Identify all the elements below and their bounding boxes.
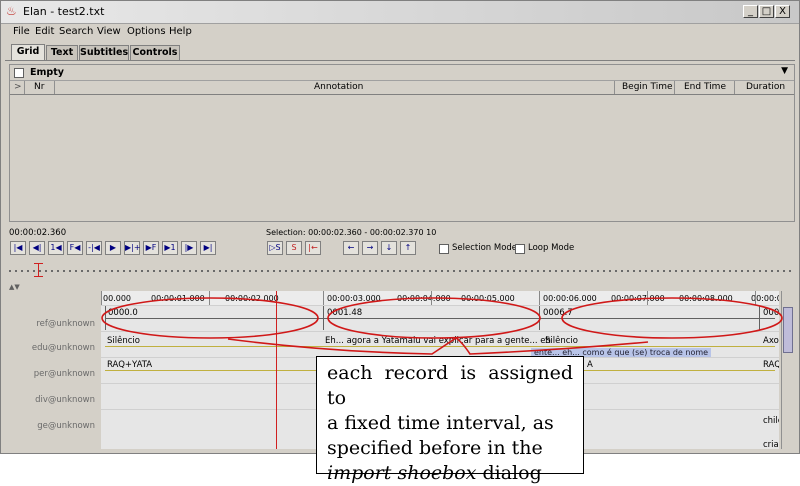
go-to-end-button[interactable]: ▶| [200,241,216,255]
menu-bar: File Edit Search View Options Help [1,24,799,40]
tab-grid[interactable]: Grid [11,44,45,61]
previous-pixel-button[interactable]: -|◀ [86,241,102,255]
menu-edit[interactable]: Edit [35,26,54,37]
next-second-button[interactable]: ▶1 [162,241,178,255]
tier-name-per[interactable]: per@unknown [34,369,95,379]
scrollbar-thumb[interactable] [783,307,793,353]
explanation-callout: each record is assigned to a fixed time … [316,356,584,484]
previous-frame-button[interactable]: ◀| [29,241,45,255]
column-begin-time[interactable]: Begin Time [622,82,673,92]
time-tick: 00:00:04.000 [397,294,451,303]
tier-name-ref[interactable]: ref@unknown [36,319,95,329]
tier-name-edu[interactable]: edu@unknown [32,343,95,353]
per-annotation[interactable]: A [587,360,593,370]
split-arrows-icon[interactable]: ▲▼ [9,283,20,291]
time-tick: 00:00:03.000 [327,294,381,303]
next-annotation-button[interactable]: → [362,241,378,255]
tab-text[interactable]: Text [46,45,78,60]
crosshair-cursor [276,291,277,449]
tier-vertical-scrollbar[interactable] [781,291,794,449]
grid-panel: Empty ▼ > Nr Annotation Begin Time End T… [9,64,795,222]
current-time-readout: 00:00:02.360 [9,228,67,238]
selection-begin-button[interactable]: |← [305,241,321,255]
column-duration[interactable]: Duration [746,82,785,92]
tier-name-ge[interactable]: ge@unknown [37,421,95,431]
edu-annotation[interactable]: Eh... agora a Yatamalu vai explicar para… [325,336,551,346]
menu-file[interactable]: File [13,26,30,37]
ref-annotation[interactable]: 0006.7 [543,308,573,318]
time-tick: 00:00:08.000 [679,294,733,303]
column-annotation[interactable]: Annotation [314,82,363,92]
edu-annotation[interactable]: Silêncio [545,336,578,346]
next-frame-button[interactable]: |▶ [181,241,197,255]
tier-row-edu[interactable]: Silêncio Eh... agora a Yatamalu vai expl… [101,331,779,357]
time-ruler[interactable]: 00.000 00:00:01.000 00:00:02.000 00:00:0… [101,291,779,306]
previous-annotation-button[interactable]: ← [343,241,359,255]
menu-options[interactable]: Options [127,26,166,37]
ge-annotation[interactable]: chile [763,416,779,426]
play-button[interactable]: ▶ [105,241,121,255]
maximize-button[interactable]: □ [759,5,774,18]
tab-subtitles[interactable]: Subtitles [79,45,129,60]
go-to-begin-button[interactable]: |◀ [10,241,26,255]
tier-checkbox[interactable] [14,68,24,78]
time-tick: 00:00:05.000 [461,294,515,303]
dropdown-arrow-icon[interactable]: ▼ [781,66,788,76]
column-end-time[interactable]: End Time [684,82,726,92]
callout-italic: import shoebox [327,462,477,484]
loop-mode-label: Loop Mode [528,243,575,253]
menu-view[interactable]: View [97,26,121,37]
tier-name-column: ref@unknown edu@unknown per@unknown div@… [9,291,99,449]
close-button[interactable]: X [775,5,790,18]
ref-annotation[interactable]: 0001.48 [327,308,362,318]
menu-search[interactable]: Search [59,26,93,37]
time-tick: 00:00:07.000 [611,294,665,303]
tier-selector[interactable]: Empty ▼ [10,65,794,81]
tier-row-ref[interactable]: 0000.0 0001.48 0006.7 0008 [101,305,779,330]
tab-controls[interactable]: Controls [130,45,180,60]
annotation-up-button[interactable]: ↑ [400,241,416,255]
grid-header: > Nr Annotation Begin Time End Time Dura… [10,81,794,95]
column-nr[interactable]: Nr [34,82,44,92]
callout-line: each record is assigned to [327,362,573,409]
callout-line: a fixed time interval, as [327,412,554,434]
tier-name-div[interactable]: div@unknown [35,395,95,405]
callout-rest: dialog [476,462,542,484]
callout-line: import shoebox dialog [327,461,573,486]
play-selection-button[interactable]: ▷S [267,241,283,255]
selection-mode-label: Selection Mode [452,243,518,253]
media-timeline-ruler[interactable] [9,259,793,279]
window-title: Elan - test2.txt [23,5,105,18]
menu-help[interactable]: Help [169,26,192,37]
selection-readout: Selection: 00:00:02.360 - 00:00:02.370 1… [266,228,437,237]
expand-icon[interactable]: > [14,82,22,92]
selection-mode-checkbox[interactable] [439,244,449,254]
tab-divider [5,60,795,61]
loop-mode-checkbox[interactable] [515,244,525,254]
next-pixel-button[interactable]: ▶|+ [124,241,141,255]
time-tick: 00.000 [103,294,131,303]
per-annotation[interactable]: RAQ+YATA [107,360,152,370]
elan-app-icon: ♨ [6,4,17,18]
edu-annotation[interactable]: Axo [763,336,779,346]
per-annotation[interactable]: RAQ [763,360,779,370]
annotation-down-button[interactable]: ↓ [381,241,397,255]
clear-selection-button[interactable]: S [286,241,302,255]
next-frame-step-button[interactable]: ▶F [143,241,159,255]
media-cursor[interactable] [38,264,39,276]
time-tick: 00:00:01.000 [151,294,205,303]
edu-annotation[interactable]: Silêncio [107,336,140,346]
ge-annotation[interactable]: criar [763,440,779,449]
time-tick: 00:00:06.000 [543,294,597,303]
ref-annotation[interactable]: 0008 [763,308,779,318]
minimize-button[interactable]: _ [743,5,758,18]
callout-line: specified before in the [327,437,543,459]
time-tick: 00:00:02.000 [225,294,279,303]
tier-selector-label: Empty [30,67,64,78]
previous-second-button[interactable]: 1◀ [48,241,64,255]
ref-annotation[interactable]: 0000.0 [108,308,138,318]
title-bar[interactable]: ♨ Elan - test2.txt _ □ X [1,1,799,24]
previous-frame-step-button[interactable]: F◀ [67,241,83,255]
